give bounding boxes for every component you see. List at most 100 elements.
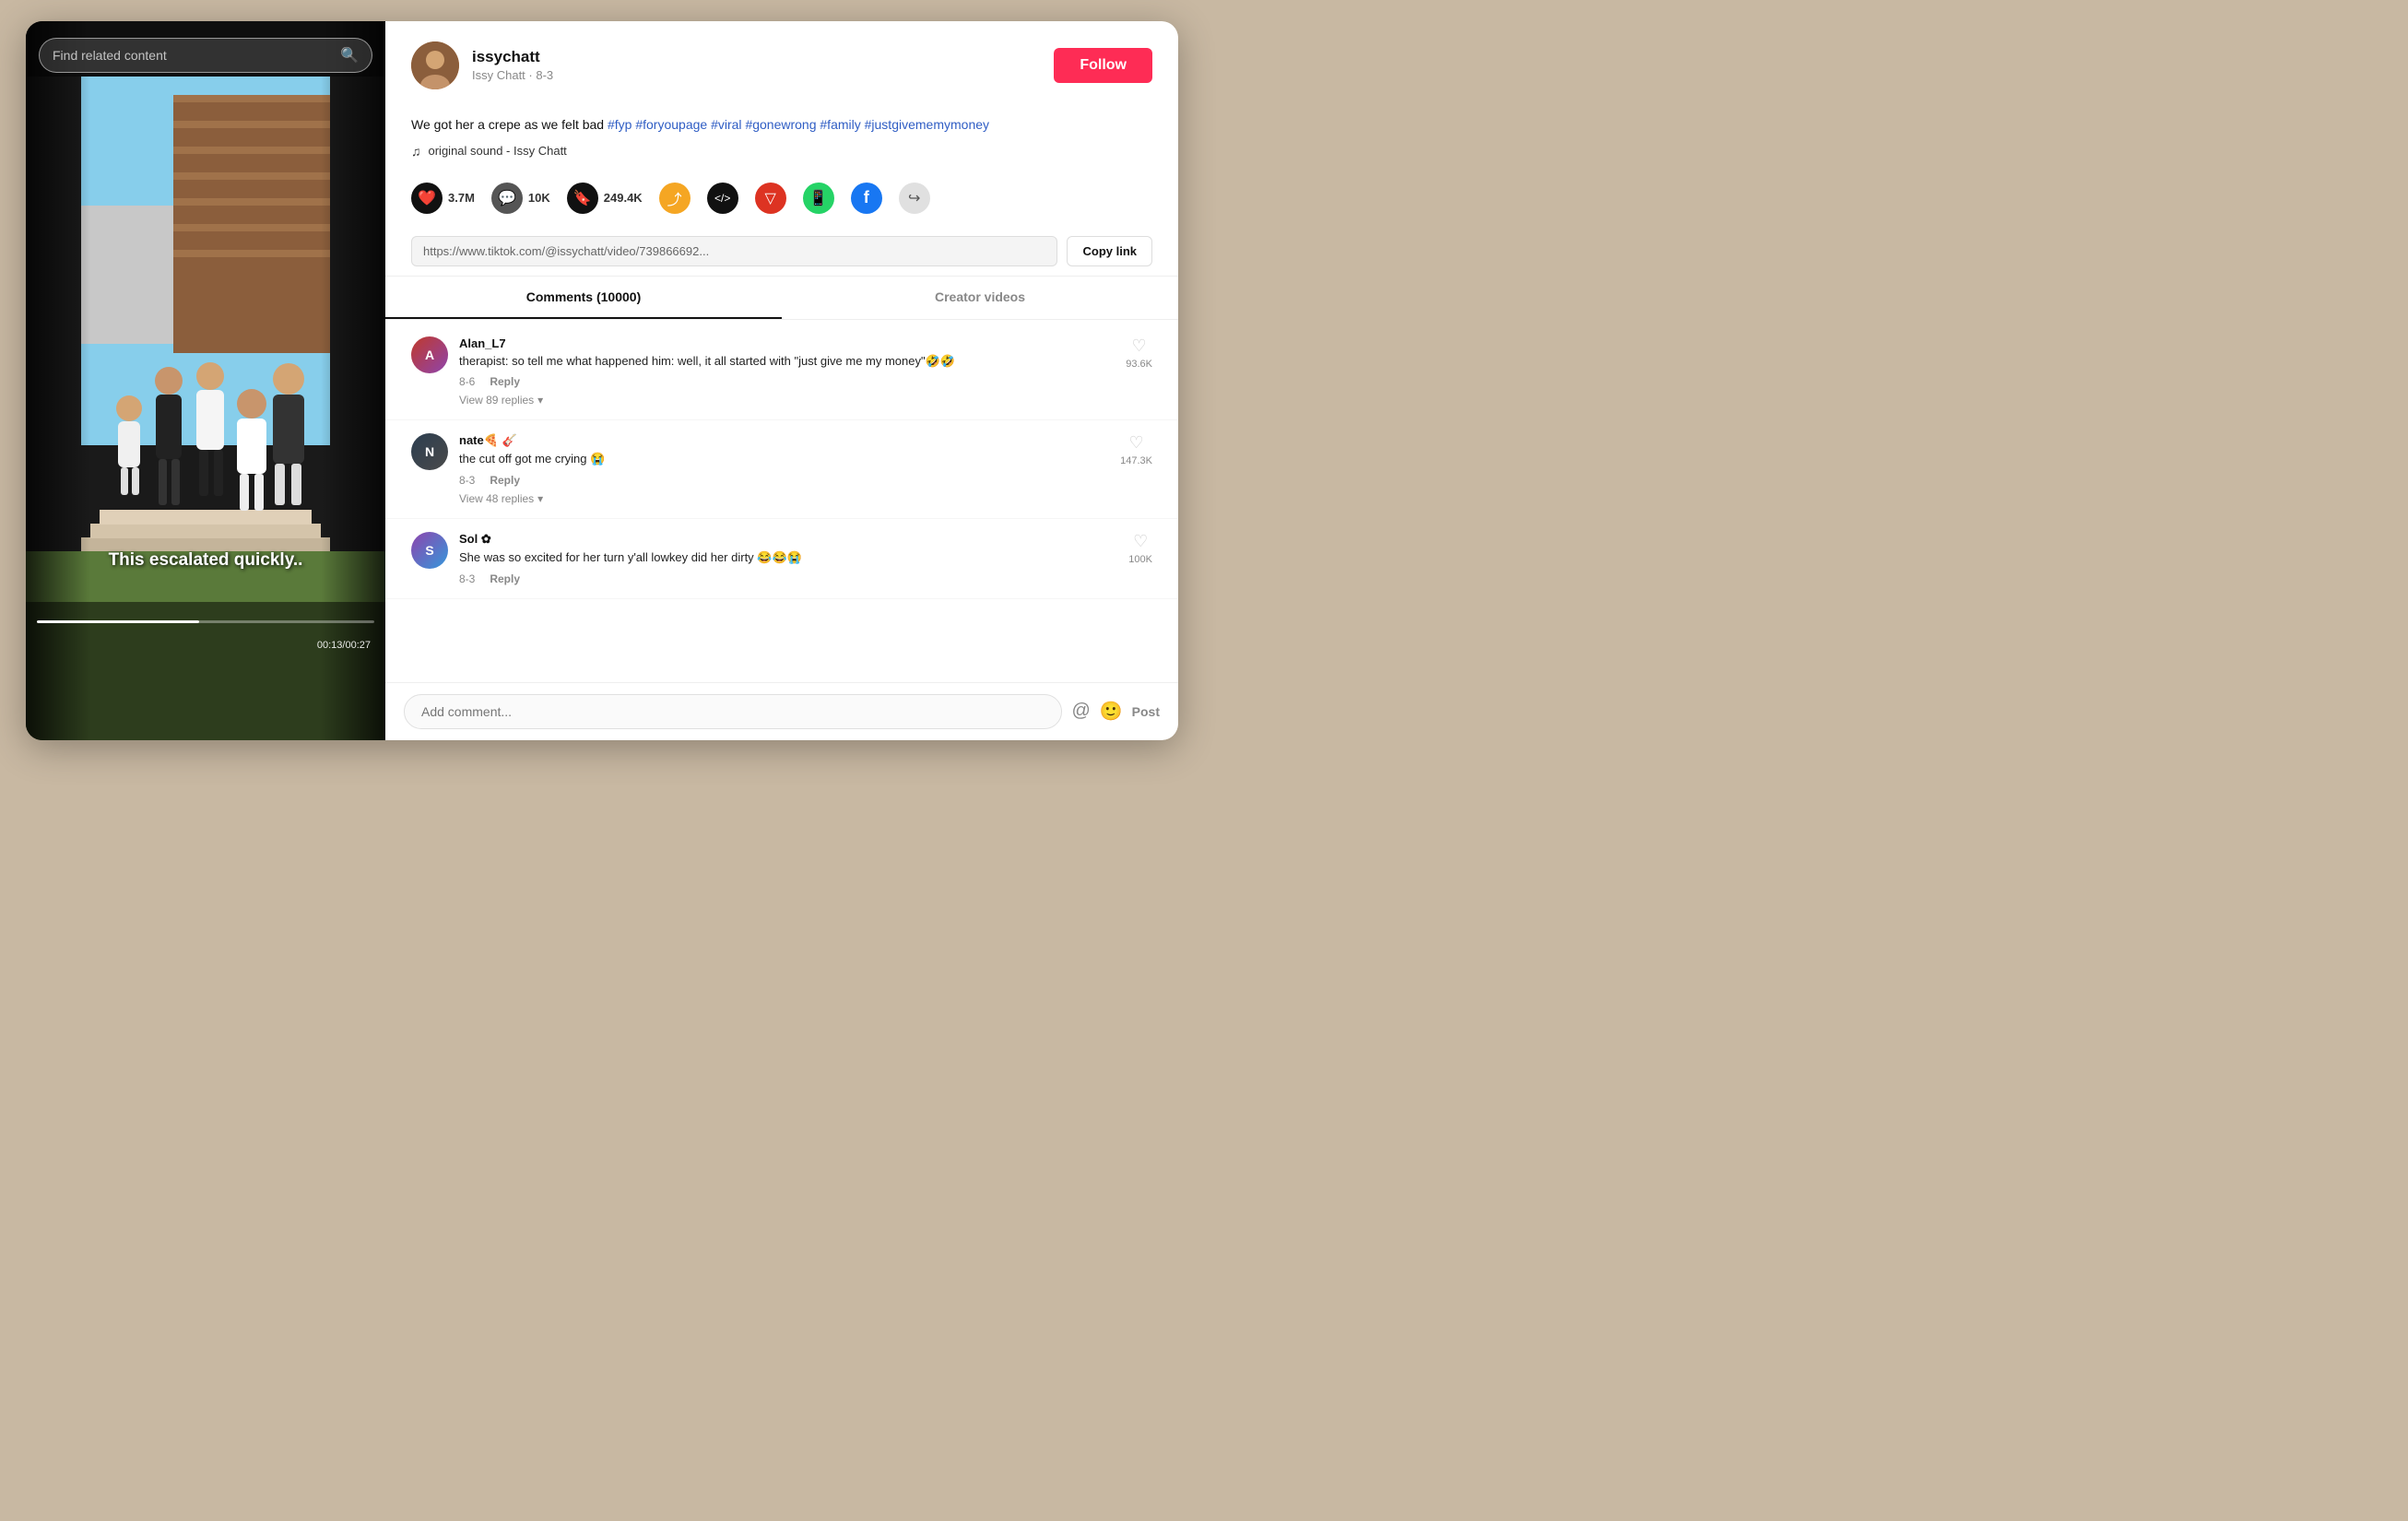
description-section: We got her a crepe as we felt bad #fyp #…	[385, 104, 1178, 170]
user-info: issychatt Issy Chatt · 8-3	[472, 48, 1041, 82]
share-yellow-button[interactable]: ⤴	[659, 183, 691, 214]
comment-username: Alan_L7	[459, 336, 1115, 350]
video-panel: 🔍	[26, 21, 385, 740]
search-icon: 🔍	[340, 46, 359, 65]
view-replies-label: View 89 replies	[459, 394, 534, 407]
comment-button[interactable]: 💬 10K	[491, 183, 550, 214]
hashtag-fyp[interactable]: #fyp	[608, 117, 635, 132]
comment-avatar: S	[411, 532, 448, 569]
forward-icon: ↪	[899, 183, 930, 214]
pocket-icon: ▽	[755, 183, 786, 214]
whatsapp-icon: 📱	[803, 183, 834, 214]
follow-button[interactable]: Follow	[1054, 48, 1152, 83]
comment-heart-icon[interactable]: ♡	[1133, 532, 1148, 551]
video-scene-svg: This escalated quickly.. 00:13/00:27	[26, 21, 385, 740]
comment-like-count: 147.3K	[1120, 455, 1152, 466]
hashtag-gonewrong[interactable]: #gonewrong	[745, 117, 820, 132]
sound-line: ♫ original sound - Issy Chatt	[411, 144, 1152, 159]
svg-text:This escalated quickly..: This escalated quickly..	[109, 550, 303, 570]
facebook-icon: f	[851, 183, 882, 214]
post-button[interactable]: Post	[1132, 704, 1160, 719]
hashtag-foryoupage[interactable]: #foryoupage	[635, 117, 711, 132]
comment-item: N nate🍕 🎸 the cut off got me crying 😭 8-…	[385, 420, 1178, 519]
comment-like: ♡ 147.3K	[1120, 433, 1152, 505]
bookmark-button[interactable]: 🔖 249.4K	[567, 183, 643, 214]
comment-meta: 8-6 Reply	[459, 375, 1115, 388]
display-name: Issy Chatt	[472, 68, 525, 82]
tab-creator-videos[interactable]: Creator videos	[782, 277, 1178, 319]
forward-button[interactable]: ↪	[899, 183, 930, 214]
add-comment-input[interactable]	[404, 694, 1062, 729]
comment-text: the cut off got me crying 😭	[459, 451, 1109, 468]
comment-like-count: 93.6K	[1126, 359, 1152, 370]
pocket-button[interactable]: ▽	[755, 183, 786, 214]
comment-heart-icon[interactable]: ♡	[1132, 336, 1147, 356]
comment-item: A Alan_L7 therapist: so tell me what hap…	[385, 324, 1178, 421]
url-display: https://www.tiktok.com/@issychatt/video/…	[411, 236, 1057, 266]
action-row: ❤️ 3.7M 💬 10K 🔖 249.4K ⤴ </> ▽ 📱	[385, 170, 1178, 227]
copy-link-button[interactable]: Copy link	[1067, 236, 1152, 266]
whatsapp-button[interactable]: 📱	[803, 183, 834, 214]
comment-count: 10K	[528, 191, 550, 205]
comment-like: ♡ 93.6K	[1126, 336, 1152, 407]
comment-username: nate🍕 🎸	[459, 433, 1109, 448]
reply-button[interactable]: Reply	[490, 572, 520, 585]
comment-date: 8-3	[459, 572, 475, 585]
user-header: issychatt Issy Chatt · 8-3 Follow	[385, 21, 1178, 104]
video-image: This escalated quickly.. 00:13/00:27	[26, 21, 385, 740]
avatar-image	[411, 41, 459, 89]
sound-text: original sound - Issy Chatt	[429, 144, 567, 158]
view-replies-label: View 48 replies	[459, 492, 534, 505]
comment-like: ♡ 100K	[1128, 532, 1152, 585]
at-mention-icon[interactable]: @	[1071, 701, 1090, 722]
like-button[interactable]: ❤️ 3.7M	[411, 183, 475, 214]
emoji-icon[interactable]: 🙂	[1100, 700, 1123, 723]
desc-main: We got her a crepe as we felt bad	[411, 117, 608, 132]
search-input[interactable]	[53, 48, 331, 63]
comment-item: S Sol ✿ She was so excited for her turn …	[385, 519, 1178, 599]
comment-text: therapist: so tell me what happened him:…	[459, 353, 1115, 371]
share-yellow-icon: ⤴	[659, 183, 691, 214]
comment-avatar: N	[411, 433, 448, 470]
comment-body: nate🍕 🎸 the cut off got me crying 😭 8-3 …	[459, 433, 1109, 505]
bookmark-icon: 🔖	[567, 183, 598, 214]
comment-icon: 💬	[491, 183, 523, 214]
comment-like-count: 100K	[1128, 554, 1152, 565]
embed-button[interactable]: </>	[707, 183, 738, 214]
music-note-icon: ♫	[411, 144, 421, 159]
reply-button[interactable]: Reply	[490, 474, 520, 487]
hashtag-justgivememymoney[interactable]: #justgivememymoney	[865, 117, 989, 132]
desc-text: We got her a crepe as we felt bad #fyp #…	[411, 115, 1152, 135]
comment-heart-icon[interactable]: ♡	[1128, 433, 1143, 453]
right-panel: issychatt Issy Chatt · 8-3 Follow We got…	[385, 21, 1178, 740]
comment-body: Sol ✿ She was so excited for her turn y'…	[459, 532, 1117, 585]
facebook-button[interactable]: f	[851, 183, 882, 214]
comments-section: A Alan_L7 therapist: so tell me what hap…	[385, 320, 1178, 682]
comment-body: Alan_L7 therapist: so tell me what happe…	[459, 336, 1115, 407]
tabs-row: Comments (10000) Creator videos	[385, 277, 1178, 320]
chevron-down-icon: ▾	[537, 394, 543, 407]
comment-avatar: A	[411, 336, 448, 373]
svg-text:00:13/00:27: 00:13/00:27	[317, 640, 371, 651]
comment-username: Sol ✿	[459, 532, 1117, 547]
username: issychatt	[472, 48, 1041, 66]
reply-button[interactable]: Reply	[490, 375, 520, 388]
hashtag-family[interactable]: #family	[820, 117, 864, 132]
view-replies-button[interactable]: View 48 replies ▾	[459, 492, 1109, 505]
heart-icon: ❤️	[411, 183, 443, 214]
comment-date: 8-6	[459, 375, 475, 388]
comment-date: 8-3	[459, 474, 475, 487]
add-comment-row: @ 🙂 Post	[385, 682, 1178, 740]
hashtag-viral[interactable]: #viral	[711, 117, 745, 132]
search-bar[interactable]: 🔍	[39, 38, 372, 73]
view-replies-button[interactable]: View 89 replies ▾	[459, 394, 1115, 407]
user-date: 8-3	[536, 68, 553, 82]
tab-comments[interactable]: Comments (10000)	[385, 277, 782, 319]
chevron-down-icon: ▾	[537, 492, 543, 505]
user-subinfo: Issy Chatt · 8-3	[472, 68, 1041, 82]
like-count: 3.7M	[448, 191, 475, 205]
url-row: https://www.tiktok.com/@issychatt/video/…	[385, 227, 1178, 277]
embed-icon: </>	[707, 183, 738, 214]
avatar	[411, 41, 459, 89]
comment-text: She was so excited for her turn y'all lo…	[459, 549, 1117, 567]
